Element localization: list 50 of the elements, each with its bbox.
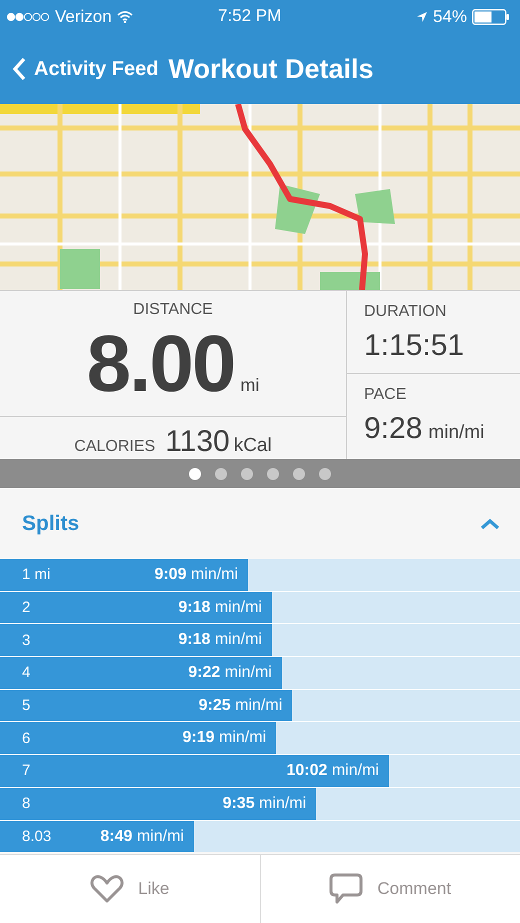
battery-icon <box>472 9 510 25</box>
carrier-name: Verizon <box>55 7 112 27</box>
pace-value: 9:28 <box>364 412 422 446</box>
split-pace: 9:35 min/mi <box>222 794 308 813</box>
status-time: 7:52 PM <box>218 6 282 26</box>
split-label: 4 <box>21 664 30 682</box>
collapse-chevron-icon[interactable] <box>480 518 500 530</box>
split-pace: 9:19 min/mi <box>182 729 268 748</box>
speech-bubble-icon <box>329 873 364 906</box>
split-label: 7 <box>21 762 30 780</box>
duration-label: DURATION <box>364 303 448 321</box>
calories-value: 1130 <box>165 425 230 459</box>
split-pace: 9:18 min/mi <box>178 598 263 617</box>
heart-icon <box>90 874 124 904</box>
back-chevron-icon <box>12 57 26 81</box>
split-label: 2 <box>21 599 30 616</box>
split-pace: 9:09 min/mi <box>154 566 240 584</box>
page-dot[interactable] <box>189 468 201 480</box>
page-dot[interactable] <box>319 468 331 480</box>
page-dot[interactable] <box>267 468 279 480</box>
split-pace: 10:02 min/mi <box>286 762 380 780</box>
split-label: 5 <box>21 697 30 714</box>
page-dot[interactable] <box>215 468 227 480</box>
split-label: 8.03 <box>21 828 52 845</box>
calories-unit: kCal <box>234 435 272 457</box>
distance-label: DISTANCE <box>133 301 213 319</box>
split-pace: 9:25 min/mi <box>198 696 284 715</box>
split-pace: 8:49 min/mi <box>100 828 185 846</box>
page-dot[interactable] <box>241 468 253 480</box>
wifi-icon <box>116 11 133 23</box>
splits-title: Splits <box>22 512 80 536</box>
split-label: 3 <box>21 632 30 649</box>
page-title: Workout Details <box>168 54 374 84</box>
pace-label: PACE <box>364 386 408 404</box>
location-icon <box>416 11 428 23</box>
split-label: 8 <box>21 795 30 812</box>
split-label: 6 <box>21 730 30 747</box>
distance-value: 8.00 <box>86 319 234 409</box>
back-label[interactable]: Activity Feed <box>34 58 158 80</box>
duration-value: 1:15:51 <box>364 329 466 363</box>
split-pace: 9:22 min/mi <box>188 664 273 682</box>
battery-percent: 54% <box>432 7 467 27</box>
split-pace: 9:18 min/mi <box>178 631 263 650</box>
calories-label: CALORIES <box>74 438 156 456</box>
back-button[interactable]: Activity Feed <box>12 57 158 81</box>
pace-unit: min/mi <box>428 422 484 444</box>
signal-icon <box>6 12 50 22</box>
distance-unit: mi <box>240 375 260 396</box>
split-label: 1 mi <box>21 566 50 584</box>
page-dot[interactable] <box>293 468 305 480</box>
